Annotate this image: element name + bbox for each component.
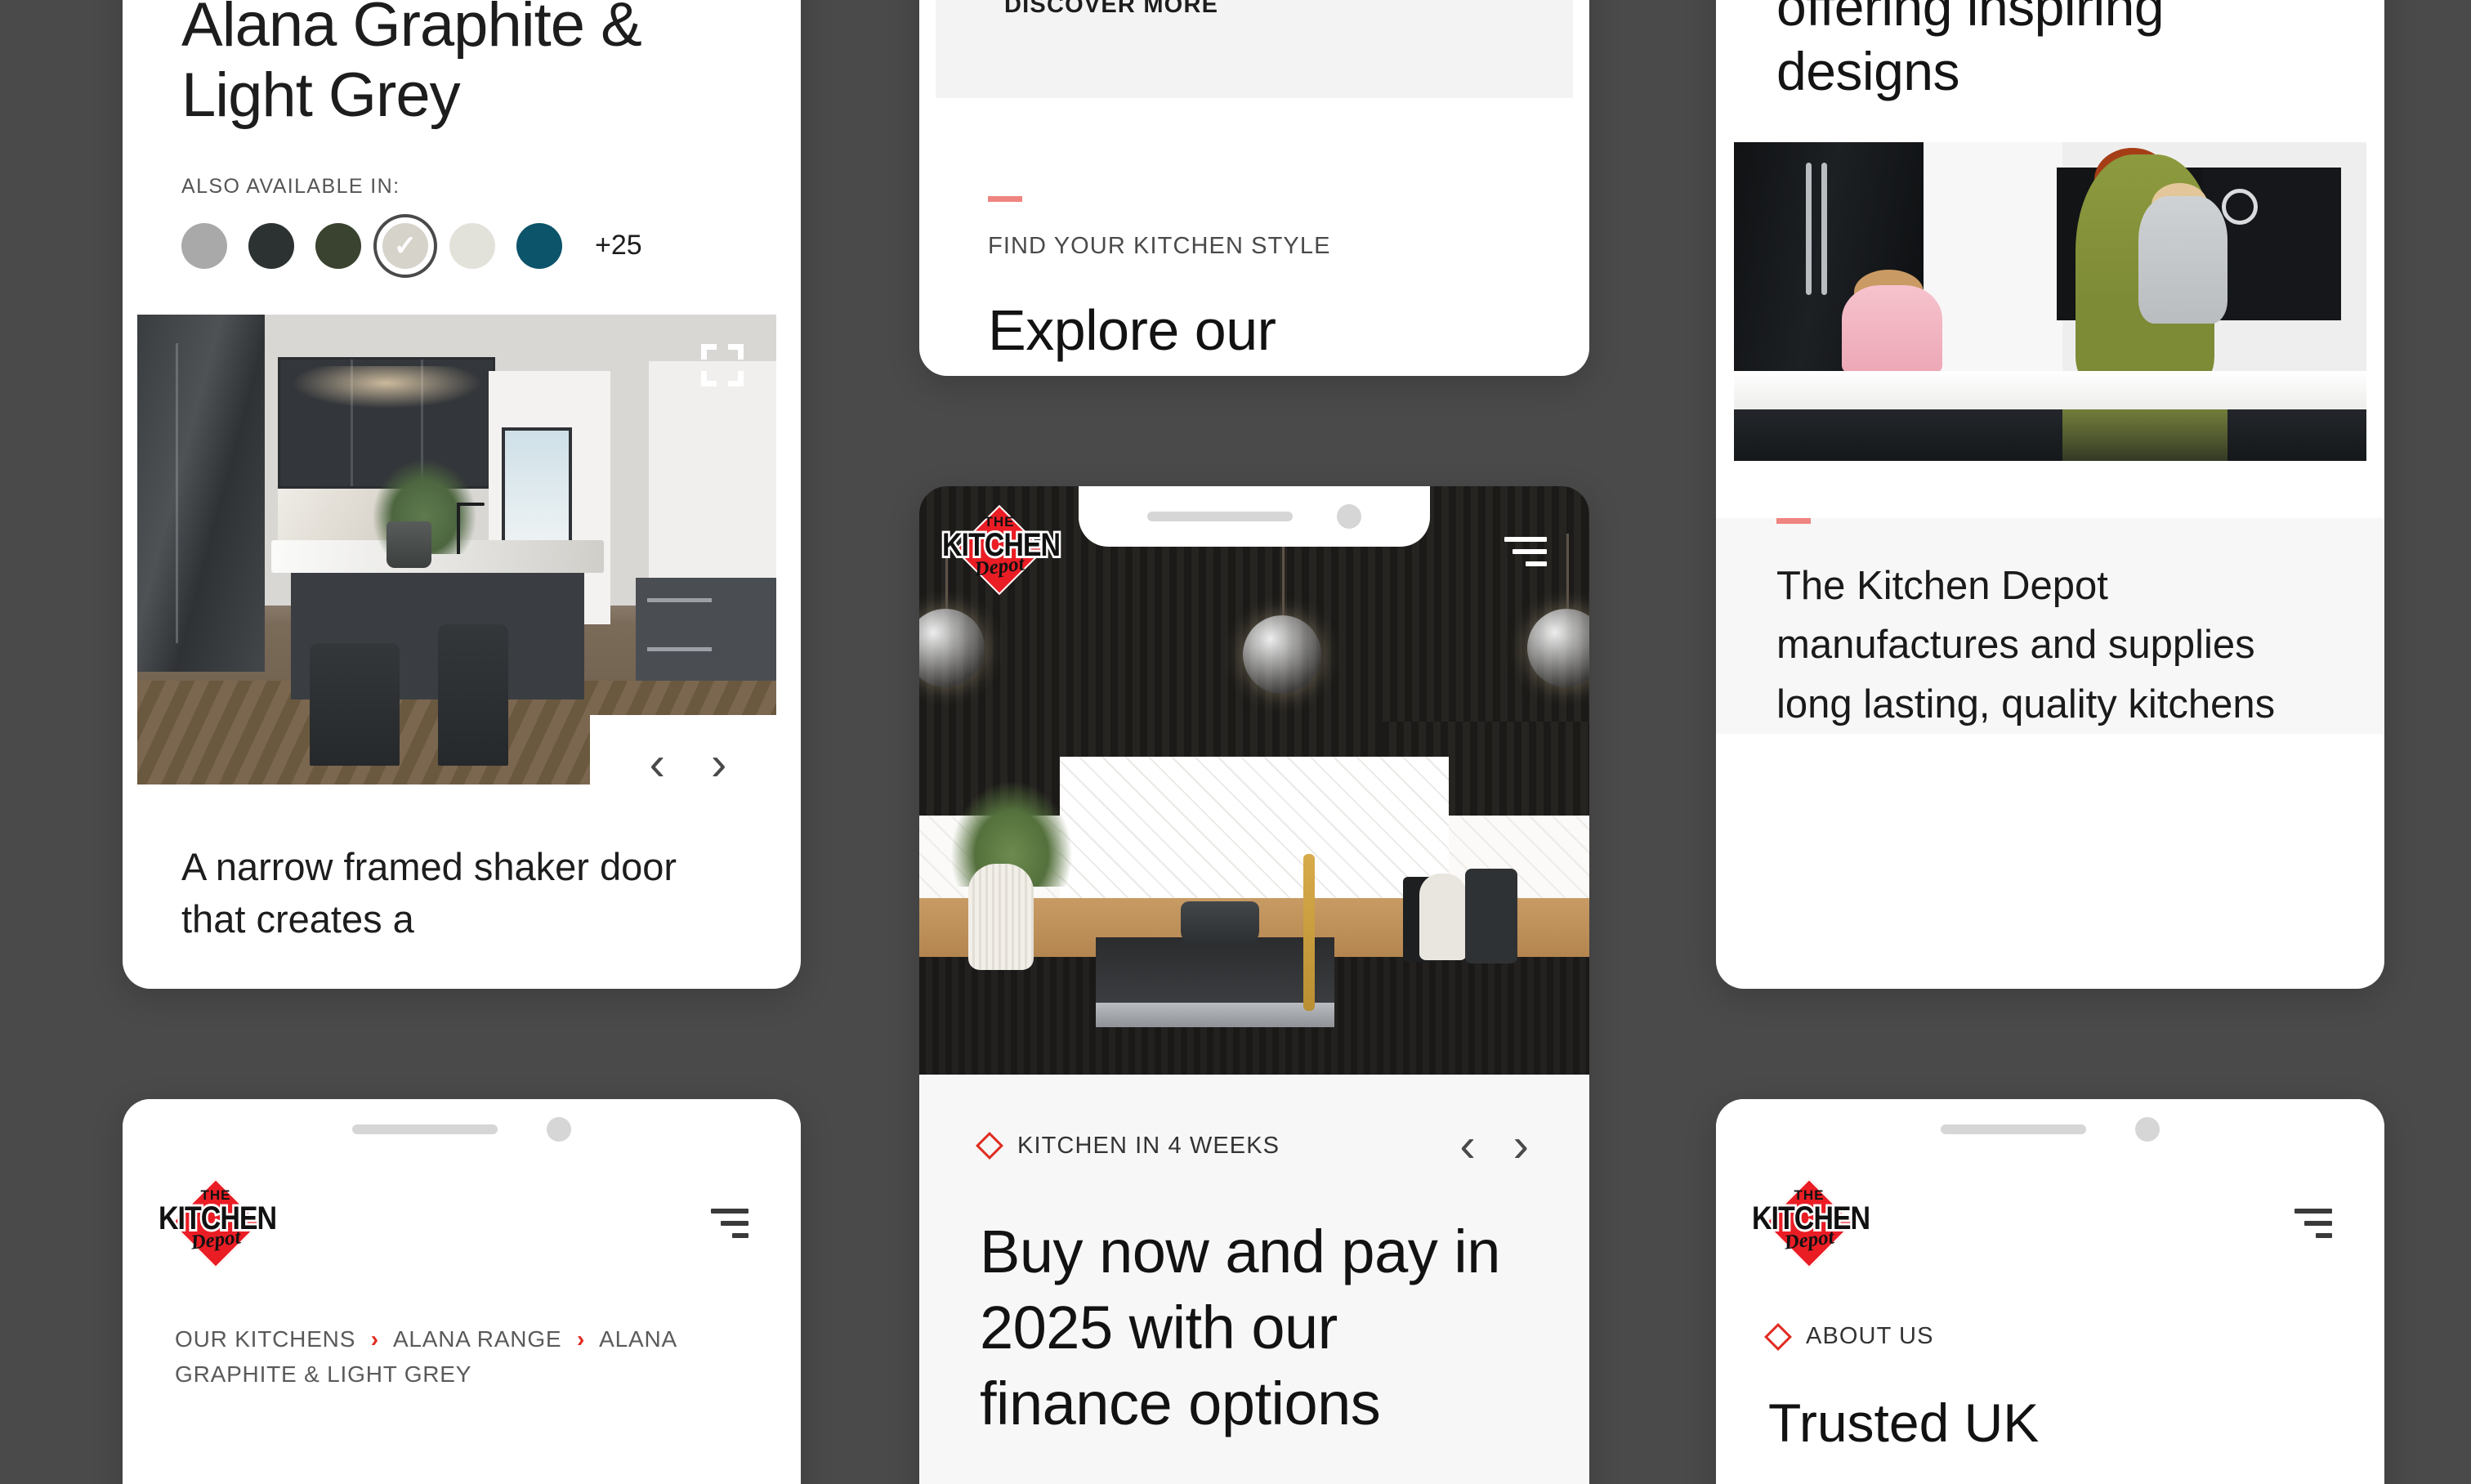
url-bar[interactable] [352,1124,498,1134]
diamond-bullet-icon [976,1132,1003,1160]
product-description: A narrow framed shaker door that creates… [181,844,677,941]
finance-eyebrow: KITCHEN IN 4 WEEKS [976,1132,1280,1160]
explore-eyebrow: FIND YOUR KITCHEN STYLE [988,233,1331,259]
about-body-text: The Kitchen Depot manufactures and suppl… [1776,563,2276,726]
camera-dot [1337,504,1361,529]
more-colours-count[interactable]: +25 [595,230,642,261]
product-title: Alana Graphite & Light Grey [181,0,642,130]
swatch-cream[interactable] [449,222,495,269]
about-supplier-card: kitchen supplier, offering inspiring des… [1716,0,2384,989]
breadcrumb-phone-card: THE KITCHEN Depot OUR KITCHENS › ALANA R… [123,1099,801,1484]
family-kitchen-photo [1734,141,2366,461]
hero-kitchen-photo: THE KITCHEN Depot [919,486,1589,1075]
hamburger-menu-icon[interactable] [2294,1209,2332,1238]
discover-more-label: DISCOVER MORE [1004,0,1219,18]
gallery-nav: ‹ › [590,714,786,813]
hamburger-menu-icon[interactable] [1504,537,1547,566]
finance-phone-card: THE KITCHEN Depot KITCHEN IN 4 WEEKS ‹ ›… [919,486,1589,1484]
brand-logo[interactable]: THE KITCHEN Depot [157,1178,279,1269]
breadcrumb: OUR KITCHENS › ALANA RANGE › ALANA GRAPH… [123,1321,801,1392]
aboutus-eyebrow: ABOUT US [1716,1322,2384,1351]
mockup-stage: Alana Graphite & Light Grey ALSO AVAILAB… [0,0,2471,1484]
url-bar[interactable] [1941,1124,2086,1134]
camera-dot [2135,1117,2160,1142]
aboutus-eyebrow-label: ABOUT US [1806,1323,1934,1349]
discover-more-panel[interactable]: DISCOVER MORE [936,0,1573,98]
phone-browser-bar [1716,1099,2384,1160]
brand-logo[interactable]: THE KITCHEN Depot [1750,1178,1873,1269]
phone-browser-bar [123,1099,801,1160]
accent-dash [988,196,1022,202]
product-gallery: ‹ › [123,314,801,813]
slider-nav: ‹ › [1459,1122,1529,1169]
also-available-label: ALSO AVAILABLE IN: [181,174,400,198]
explore-card: DISCOVER MORE FIND YOUR KITCHEN STYLE Ex… [919,0,1589,376]
expand-icon[interactable] [701,343,744,387]
breadcrumb-separator-icon: › [370,1326,379,1352]
brand-logo[interactable]: THE KITCHEN Depot [941,504,1063,596]
breadcrumb-separator-icon: › [576,1326,586,1352]
breadcrumb-item-0[interactable]: OUR KITCHENS [175,1326,355,1352]
chevron-left-icon[interactable]: ‹ [650,740,665,788]
explore-heading: Explore our [988,298,1276,362]
diamond-bullet-icon [1764,1322,1792,1351]
hamburger-menu-icon[interactable] [711,1209,748,1238]
product-kitchen-photo[interactable] [137,314,776,784]
colour-swatch-list: ✓ +25 [181,213,742,278]
aboutus-heading: Trusted UK [1768,1392,2040,1453]
url-bar[interactable] [1147,512,1293,521]
swatch-light-grey-selected[interactable]: ✓ [373,213,437,278]
chevron-left-icon[interactable]: ‹ [1459,1122,1475,1169]
chevron-right-icon[interactable]: › [1513,1122,1529,1169]
camera-dot [547,1117,571,1142]
swatch-dark-green[interactable] [315,222,361,269]
chevron-right-icon[interactable]: › [711,740,726,788]
finance-eyebrow-label: KITCHEN IN 4 WEEKS [1017,1132,1280,1159]
swatch-charcoal[interactable] [248,222,294,269]
product-detail-card: Alana Graphite & Light Grey ALSO AVAILAB… [123,0,801,989]
accent-dash [1776,517,1811,524]
swatch-grey[interactable] [181,222,227,269]
check-icon: ✓ [393,230,418,261]
aboutus-phone-card: THE KITCHEN Depot ABOUT US Trusted UK [1716,1099,2384,1484]
finance-heading: Buy now and pay in 2025 with our finance… [980,1218,1500,1438]
supplier-heading: kitchen supplier, offering inspiring des… [1776,0,2165,102]
swatch-teal[interactable] [516,222,562,269]
breadcrumb-item-1[interactable]: ALANA RANGE [393,1326,561,1352]
